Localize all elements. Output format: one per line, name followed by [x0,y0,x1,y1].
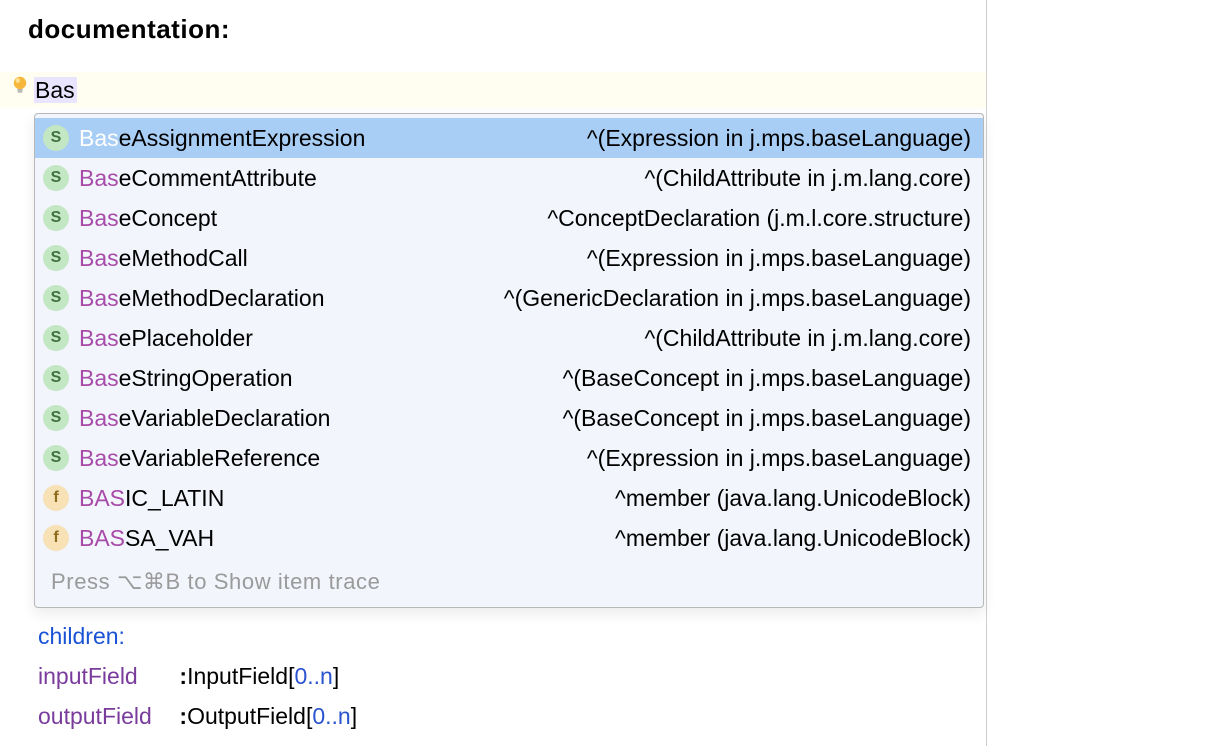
completion-item-origin: ^(BaseConcept in j.mps.baseLanguage) [563,405,971,432]
children-keyword: children: [38,623,125,649]
child-declaration-row: outputField :OutputField[0..n] [38,696,357,736]
completion-item-name: BaseCommentAttribute [79,165,317,192]
completion-item-name: BaseStringOperation [79,365,293,392]
completion-item[interactable]: S BaseAssignmentExpression ^(Expression in… [35,118,983,158]
current-input-line[interactable] [0,72,986,108]
completion-item-name: BaseConcept [79,205,217,232]
completion-item[interactable]: S BaseMethodDeclaration ^(GenericDeclarati… [35,278,983,318]
struct-kind-icon: S [43,285,69,311]
child-cardinality: 0..n [294,663,332,689]
field-kind-icon: f [43,525,69,551]
completion-item[interactable]: f BASSA_VAH ^member (java.lang.UnicodeBloc… [35,518,983,558]
typed-selection: Bas [34,77,77,103]
struct-kind-icon: S [43,405,69,431]
completion-hint: Press ⌥⌘B to Show item trace [35,558,983,607]
struct-kind-icon: S [43,205,69,231]
struct-kind-icon: S [43,125,69,151]
completion-item-name: BaseVariableReference [79,445,320,472]
struct-kind-icon: S [43,245,69,271]
completion-item-name: BaseVariableDeclaration [79,405,330,432]
completion-item-name: BasePlaceholder [79,325,253,352]
editor-pane: documentation: Bas S BaseAssignmentExpres… [0,0,987,746]
completion-item-origin: ^(Expression in j.mps.baseLanguage) [587,245,971,272]
completion-item-name: BASSA_VAH [79,525,214,552]
section-heading-documentation: documentation: [28,14,230,45]
completion-item-name: BaseMethodDeclaration [79,285,324,312]
struct-kind-icon: S [43,365,69,391]
completion-item[interactable]: S BaseCommentAttribute ^(ChildAttribute in… [35,158,983,198]
struct-kind-icon: S [43,445,69,471]
completion-item-origin: ^member (java.lang.UnicodeBlock) [615,485,971,512]
completion-item[interactable]: S BasePlaceholder ^(ChildAttribute in j.m.… [35,318,983,358]
field-kind-icon: f [43,485,69,511]
completion-item-name: BaseMethodCall [79,245,248,272]
completion-item-origin: ^(Expression in j.mps.baseLanguage) [587,125,971,152]
child-type: OutputField [187,703,306,729]
completion-item[interactable]: S BaseVariableReference ^(Expression in j.… [35,438,983,478]
struct-kind-icon: S [43,165,69,191]
concept-children-section: children: inputField :InputField[0..n]ou… [38,616,357,736]
completion-item-origin: ^(ChildAttribute in j.m.lang.core) [644,165,971,192]
completion-item-origin: ^(Expression in j.mps.baseLanguage) [587,445,971,472]
completion-item[interactable]: S BaseVariableDeclaration ^(BaseConcept in… [35,398,983,438]
completion-item-origin: ^(ChildAttribute in j.m.lang.core) [644,325,971,352]
completion-item[interactable]: S BaseConcept ^ConceptDeclaration (j.m.l.c… [35,198,983,238]
completion-item-origin: ^(BaseConcept in j.mps.baseLanguage) [563,365,971,392]
colon-separator: : [173,663,187,689]
child-cardinality: 0..n [312,703,350,729]
completion-item-origin: ^ConceptDeclaration (j.m.l.core.structur… [547,205,971,232]
completion-item[interactable]: S BaseMethodCall ^(Expression in j.mps.bas… [35,238,983,278]
completion-item-name: BaseAssignmentExpression [79,125,365,152]
completion-item-origin: ^(GenericDeclaration in j.mps.baseLangua… [504,285,971,312]
child-name: outputField [38,696,173,736]
completion-item[interactable]: S BaseStringOperation ^(BaseConcept in j.m… [35,358,983,398]
completion-item-name: BASIC_LATIN [79,485,224,512]
intention-bulb-icon[interactable] [10,74,30,94]
child-type: InputField [187,663,288,689]
child-declaration-row: inputField :InputField[0..n] [38,656,357,696]
typed-text-input[interactable]: Bas [34,76,77,104]
child-name: inputField [38,656,173,696]
completion-item-origin: ^member (java.lang.UnicodeBlock) [615,525,971,552]
colon-separator: : [173,703,187,729]
completion-popup: S BaseAssignmentExpression ^(Expression in… [34,113,984,608]
completion-item[interactable]: f BASIC_LATIN ^member (java.lang.UnicodeBl… [35,478,983,518]
struct-kind-icon: S [43,325,69,351]
